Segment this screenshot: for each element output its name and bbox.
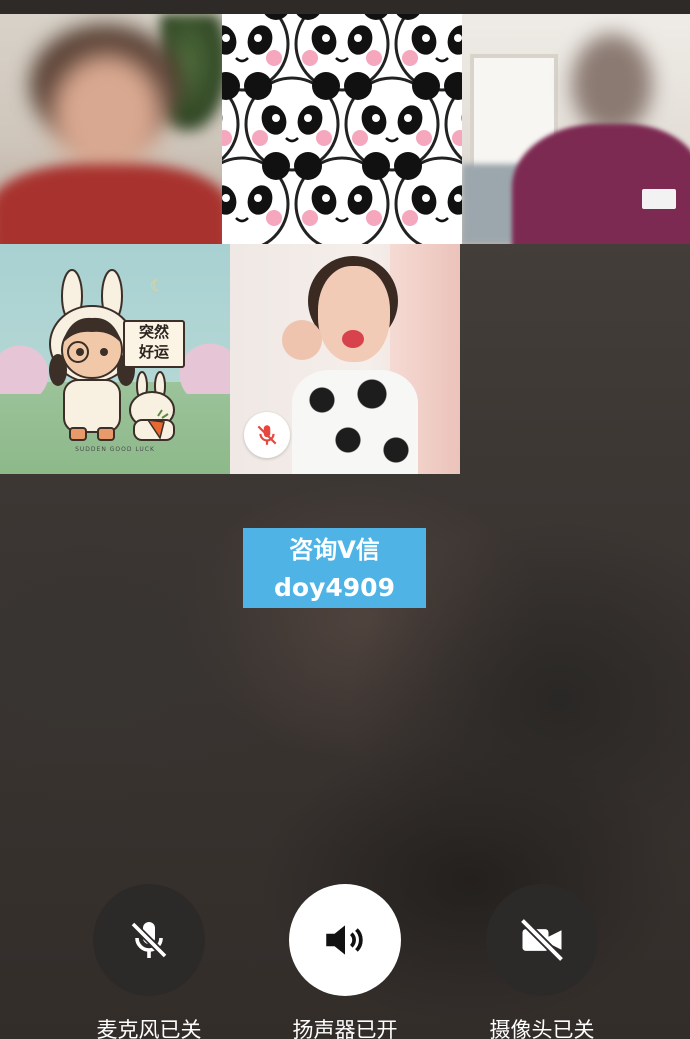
participant-lips xyxy=(342,330,364,348)
camera-off-icon xyxy=(519,917,565,963)
participant-face-blurred xyxy=(572,34,652,134)
speaker-label: 扬声器已开 xyxy=(292,1018,398,1039)
microphone-toggle-button[interactable] xyxy=(93,884,205,996)
panda-pattern-avatar xyxy=(222,14,462,244)
participant-tile-2[interactable] xyxy=(222,14,462,244)
participant-muted-badge xyxy=(244,412,290,458)
avatar-caption: SUDDEN GOOD LUCK xyxy=(75,446,155,453)
speaker-toggle-button[interactable] xyxy=(289,884,401,996)
participant-tile-4[interactable]: ☾ 突然 好运 SUDDEN GOOD LUCK xyxy=(0,244,230,474)
watermark-line-1: 咨询V信 xyxy=(289,536,380,564)
participant-body xyxy=(0,164,222,244)
contact-watermark: 咨询V信 doy4909 xyxy=(243,528,426,608)
sign-line-2: 好运 xyxy=(138,343,169,361)
watermark-line-2: doy4909 xyxy=(274,573,395,602)
cartoon-avatar xyxy=(49,269,175,441)
sign-line-1: 突然 xyxy=(138,323,169,341)
participant-face-blurred xyxy=(52,54,162,174)
camera-toggle-button[interactable] xyxy=(486,884,598,996)
participant-body xyxy=(512,124,690,244)
video-call-screen: ☾ 突然 好运 SUDDEN GOOD LUCK 咨询V信 doy4909 麦克… xyxy=(0,0,690,1039)
camera-label: 摄像头已关 xyxy=(489,1018,595,1039)
microphone-label: 麦克风已关 xyxy=(96,1018,202,1039)
speaker-on-icon xyxy=(326,925,363,955)
mic-off-icon xyxy=(130,921,168,959)
avatar-sign-text: 突然 好运 xyxy=(123,320,185,368)
name-badge xyxy=(642,189,676,209)
mic-muted-icon xyxy=(257,425,277,445)
status-bar-area xyxy=(0,0,690,14)
participant-hand xyxy=(282,320,322,360)
participant-tile-3[interactable] xyxy=(462,14,690,244)
participant-tile-5[interactable] xyxy=(230,244,460,474)
participant-tile-1[interactable] xyxy=(0,14,222,244)
polka-dot-dress xyxy=(292,370,418,474)
